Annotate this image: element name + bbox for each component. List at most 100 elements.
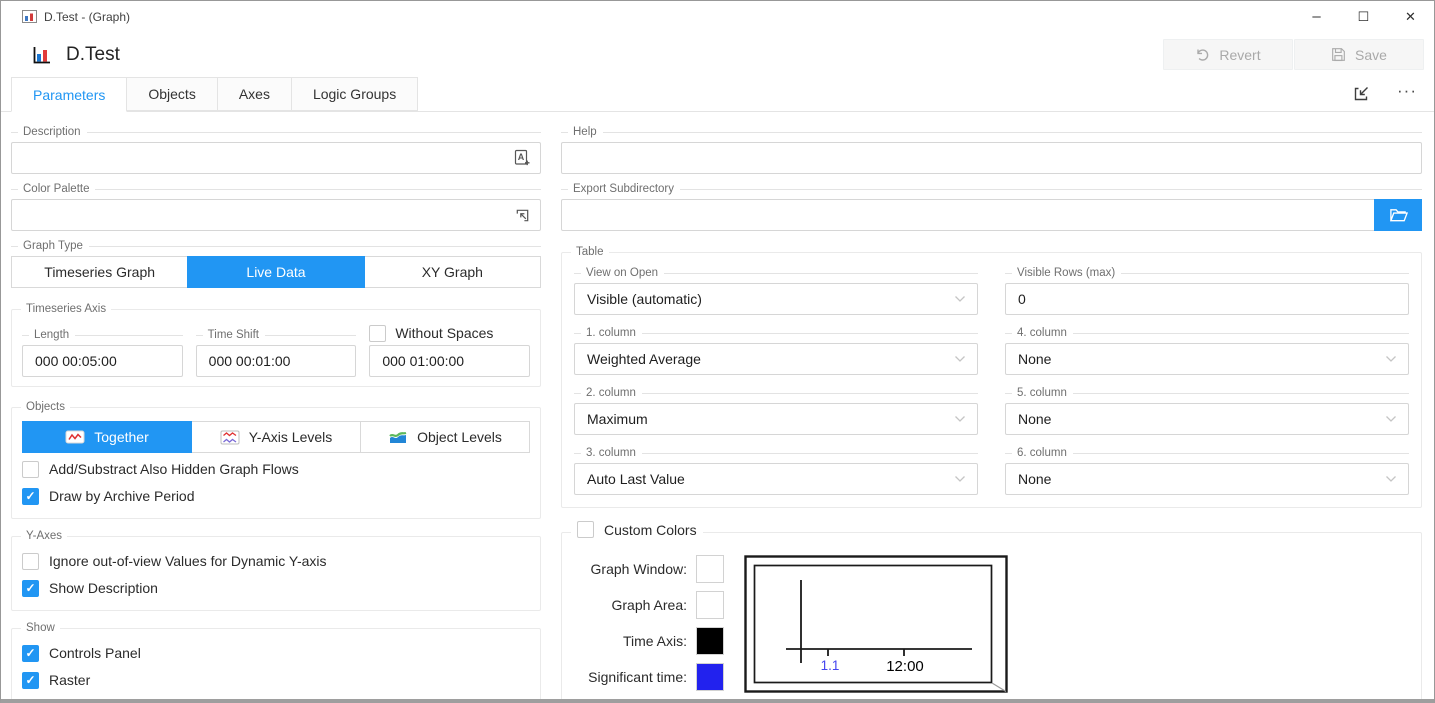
graph-window-color-swatch[interactable] <box>696 555 724 583</box>
graph-type-field: Graph Type Timeseries Graph Live Data XY… <box>11 239 541 288</box>
column-3-label: 3. column <box>586 447 636 459</box>
page-title: D.Test <box>66 44 120 66</box>
length-input[interactable] <box>23 346 182 376</box>
together-icon <box>65 430 85 444</box>
title-bar: D.Test - (Graph) – ☐ ✕ <box>1 1 1434 32</box>
browse-folder-button[interactable] <box>1374 199 1422 231</box>
color-palette-field: Color Palette <box>11 182 541 231</box>
folder-icon <box>1389 207 1408 223</box>
archive-period-row: Draw by Archive Period <box>22 485 530 507</box>
window-icon <box>22 10 37 23</box>
help-label: Help <box>561 125 1422 138</box>
show-group: Show Controls Panel Raster Pointer <box>11 628 541 699</box>
ignore-out-of-view-label: Ignore out-of-view Values for Dynamic Y-… <box>49 553 327 569</box>
graph-area-color-row: Graph Area: <box>574 591 724 619</box>
app-window: D.Test - (Graph) – ☐ ✕ D.Test Revert <box>0 0 1435 703</box>
column-4-label: 4. column <box>1017 327 1067 339</box>
description-field: Description A <box>11 125 541 174</box>
tab-axes[interactable]: Axes <box>218 77 292 111</box>
objects-together-button[interactable]: Together <box>22 421 192 453</box>
timeseries-axis-group: Timeseries Axis Length Time Shift Withou… <box>11 309 541 387</box>
description-label: Description <box>11 125 541 138</box>
without-spaces-checkbox[interactable] <box>369 325 386 342</box>
graph-area-color-swatch[interactable] <box>696 591 724 619</box>
close-button[interactable]: ✕ <box>1387 1 1434 32</box>
help-input[interactable] <box>562 143 1421 173</box>
objects-yaxis-levels-button[interactable]: Y-Axis Levels <box>191 421 361 453</box>
objects-mode-segmented: Together Y-Axis Levels <box>22 421 530 453</box>
window-title: D.Test - (Graph) <box>44 10 130 24</box>
graph-area-color-label: Graph Area: <box>574 597 687 613</box>
column-4-dropdown[interactable]: None <box>1005 343 1409 375</box>
show-description-label: Show Description <box>49 580 158 596</box>
pointer-checkbox[interactable] <box>22 699 39 700</box>
visible-rows-label: Visible Rows (max) <box>1017 267 1115 279</box>
hidden-flows-checkbox[interactable] <box>22 461 39 478</box>
custom-colors-label: Custom Colors <box>604 522 697 538</box>
save-label: Save <box>1355 47 1387 63</box>
chart-icon <box>31 45 51 65</box>
show-group-label: Show <box>21 621 60 636</box>
time-axis-color-label: Time Axis: <box>574 633 687 649</box>
show-description-checkbox[interactable] <box>22 580 39 597</box>
column-6-label: 6. column <box>1017 447 1067 459</box>
save-button[interactable]: Save <box>1294 39 1424 70</box>
objects-group: Objects Together <box>11 407 541 519</box>
tab-parameters[interactable]: Parameters <box>11 77 127 112</box>
maximize-button[interactable]: ☐ <box>1340 1 1387 32</box>
y-axis-levels-icon <box>220 430 240 445</box>
color-palette-input[interactable] <box>12 200 504 230</box>
graph-window-color-row: Graph Window: <box>574 555 724 583</box>
tab-objects[interactable]: Objects <box>127 77 217 111</box>
add-text-icon[interactable]: A <box>504 149 540 167</box>
minimize-button[interactable]: – <box>1293 1 1340 32</box>
column-1-dropdown[interactable]: Weighted Average <box>574 343 978 375</box>
table-group-label: Table <box>571 245 609 260</box>
column-2-label: 2. column <box>586 387 636 399</box>
chevron-down-icon <box>954 415 966 423</box>
column-6-dropdown[interactable]: None <box>1005 463 1409 495</box>
chevron-down-icon <box>954 295 966 303</box>
time-shift-input[interactable] <box>197 346 356 376</box>
revert-button[interactable]: Revert <box>1163 39 1293 70</box>
graph-window-color-label: Graph Window: <box>574 561 687 577</box>
without-spaces-label: Without Spaces <box>395 325 493 341</box>
column-2-dropdown[interactable]: Maximum <box>574 403 978 435</box>
more-options-icon[interactable]: ··· <box>1397 86 1417 103</box>
export-import-icon[interactable] <box>1351 84 1371 104</box>
raster-row: Raster <box>22 669 530 691</box>
ignore-out-of-view-checkbox[interactable] <box>22 553 39 570</box>
help-field: Help <box>561 125 1422 174</box>
column-3-field: 3. column Auto Last Value <box>574 446 978 495</box>
time-axis-color-swatch[interactable] <box>696 627 724 655</box>
time-shift-label: Time Shift <box>208 329 259 341</box>
custom-colors-checkbox[interactable] <box>577 521 594 538</box>
column-5-dropdown[interactable]: None <box>1005 403 1409 435</box>
preview-time-label: 12:00 <box>886 658 924 675</box>
select-palette-icon[interactable] <box>504 207 540 224</box>
graph-type-live-data-button[interactable]: Live Data <box>187 256 364 288</box>
view-on-open-dropdown[interactable]: Visible (automatic) <box>574 283 978 315</box>
view-on-open-label: View on Open <box>586 267 658 279</box>
column-1-label: 1. column <box>586 327 636 339</box>
graph-type-timeseries-button[interactable]: Timeseries Graph <box>11 256 188 288</box>
graph-type-xy-button[interactable]: XY Graph <box>364 256 541 288</box>
controls-panel-checkbox[interactable] <box>22 645 39 662</box>
hidden-flows-label: Add/Substract Also Hidden Graph Flows <box>49 461 299 477</box>
without-spaces-input[interactable] <box>370 346 529 376</box>
timeseries-axis-group-label: Timeseries Axis <box>21 302 111 317</box>
controls-panel-row: Controls Panel <box>22 642 530 664</box>
archive-period-checkbox[interactable] <box>22 488 39 505</box>
significant-time-color-swatch[interactable] <box>696 663 724 691</box>
raster-checkbox[interactable] <box>22 672 39 689</box>
svg-text:A: A <box>518 152 525 162</box>
visible-rows-input[interactable] <box>1006 284 1408 314</box>
description-input[interactable] <box>12 143 504 173</box>
chevron-down-icon <box>1385 475 1397 483</box>
column-3-dropdown[interactable]: Auto Last Value <box>574 463 978 495</box>
tab-logic-groups[interactable]: Logic Groups <box>292 77 418 111</box>
objects-object-levels-button[interactable]: Object Levels <box>360 421 530 453</box>
table-group: Table View on Open Visible (automatic) V… <box>561 252 1422 508</box>
chevron-down-icon <box>1385 355 1397 363</box>
export-subdirectory-input[interactable] <box>562 200 1374 230</box>
